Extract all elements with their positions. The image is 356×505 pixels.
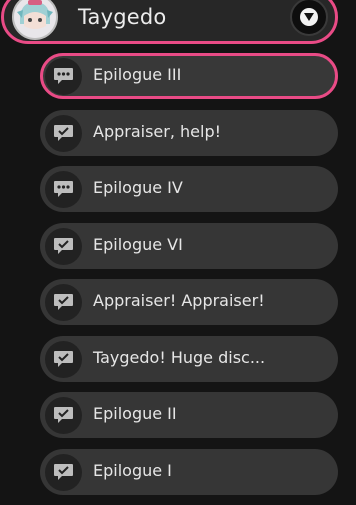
quest-item[interactable]: Taygedo! Huge disc... <box>40 335 338 382</box>
quest-item[interactable]: Epilogue I <box>40 448 338 495</box>
quest-item[interactable]: Appraiser! Appraiser! <box>40 279 338 325</box>
quest-item[interactable]: Epilogue VI <box>40 222 338 269</box>
quest-label: Appraiser! Appraiser! <box>93 291 265 310</box>
character-name: Taygedo <box>78 5 167 29</box>
speech-bubble-check-icon <box>45 114 82 152</box>
quest-item[interactable]: Epilogue II <box>40 392 338 438</box>
quest-label: Taygedo! Huge disc... <box>93 347 266 367</box>
quest-label: Epilogue II <box>93 404 177 423</box>
speech-bubble-check-icon <box>45 284 82 321</box>
quest-label: Epilogue IV <box>93 178 183 197</box>
chevron-down-icon <box>300 8 318 26</box>
quest-label: Appraiser, help! <box>93 121 222 141</box>
speech-bubble-check-icon <box>45 453 82 491</box>
quest-label: Epilogue VI <box>93 234 183 254</box>
speech-bubble-dots-icon <box>45 171 82 208</box>
character-portrait-icon <box>12 0 58 40</box>
character-header[interactable]: Taygedo <box>1 0 338 44</box>
quest-label: Epilogue III <box>93 65 182 84</box>
speech-bubble-check-icon <box>45 340 82 378</box>
collapse-button[interactable] <box>290 0 328 36</box>
speech-bubble-dots-icon <box>45 58 82 95</box>
speech-bubble-check-icon <box>45 227 82 265</box>
quest-item[interactable]: Epilogue III <box>40 53 338 99</box>
speech-bubble-check-icon <box>45 397 82 434</box>
quest-item[interactable]: Appraiser, help! <box>40 109 338 156</box>
quest-panel: Taygedo Epilogue III Appraiser, help! Ep… <box>0 0 356 495</box>
quest-label: Epilogue I <box>93 460 172 480</box>
quest-list: Epilogue III Appraiser, help! Epilogue I… <box>40 53 340 505</box>
quest-item[interactable]: Epilogue IV <box>40 166 338 212</box>
